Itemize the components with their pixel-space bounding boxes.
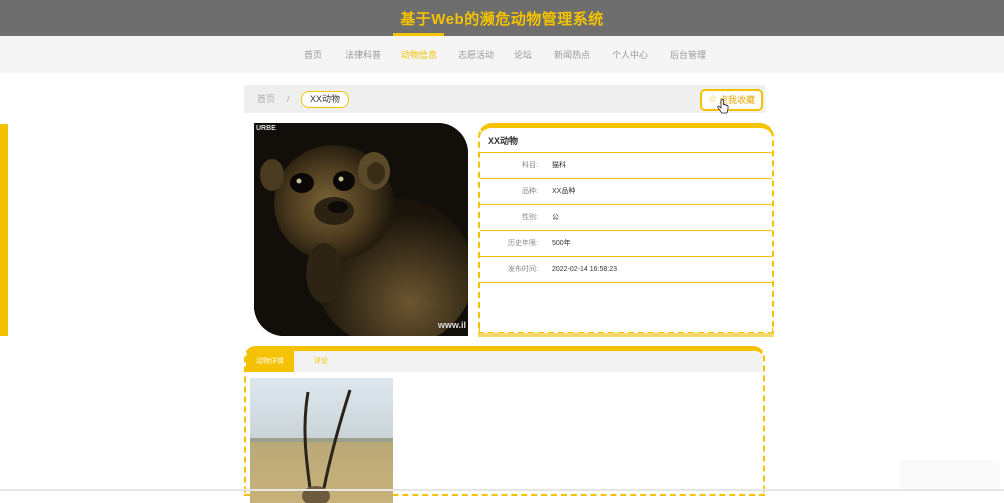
nav-item-admin[interactable]: 后台管理	[670, 36, 706, 73]
detail-card: 动物详情 评论	[244, 346, 765, 503]
left-accent-strip	[0, 124, 8, 336]
tab-details[interactable]: 动物详情	[246, 351, 294, 372]
breadcrumb-separator: /	[287, 94, 290, 104]
info-label: 科目:	[522, 162, 538, 169]
detail-image	[250, 378, 393, 503]
info-value: 2022-02-14 16:58:23	[552, 266, 617, 273]
favorite-button[interactable]: ☆ 点我收藏	[700, 89, 763, 111]
info-value: 公	[552, 214, 559, 221]
nav-item-animals[interactable]: 动物信息	[401, 36, 437, 73]
animal-name: XX动物	[480, 130, 772, 153]
star-icon: ☆	[708, 94, 717, 105]
nav-item-home[interactable]: 首页	[304, 36, 322, 73]
kinkajou-image	[254, 123, 468, 336]
info-label: 历史年限:	[508, 240, 538, 247]
detail-tabs: 动物详情 评论	[246, 351, 763, 372]
info-label: 性别:	[522, 214, 538, 221]
info-value: 猫科	[552, 162, 566, 169]
nav-item-law[interactable]: 法律科普	[345, 36, 381, 73]
animal-info-card: XX动物 科目: 猫科 品种: XX品种 性别: 公 历史年限: 500年 发布…	[478, 123, 774, 337]
info-row-family: 科目: 猫科	[480, 153, 772, 179]
nav-item-profile[interactable]: 个人中心	[612, 36, 648, 73]
nav-item-forum[interactable]: 论坛	[514, 36, 532, 73]
antelope-image	[250, 378, 393, 503]
photo-watermark-bottom: www.il	[437, 320, 466, 330]
breadcrumb-home[interactable]: 首页	[257, 85, 275, 113]
nav-item-volunteer[interactable]: 志愿活动	[458, 36, 494, 73]
info-row-breed: 品种: XX品种	[480, 179, 772, 205]
info-row-published: 发布时间: 2022-02-14 16:58:23	[480, 257, 772, 283]
site-title: 基于Web的濒危动物管理系统	[400, 10, 604, 28]
info-row-gender: 性别: 公	[480, 205, 772, 231]
info-label: 品种:	[522, 188, 538, 195]
photo-watermark-top: URBE	[256, 125, 276, 132]
nav-item-news[interactable]: 新闻热点	[554, 36, 590, 73]
info-row-history: 历史年限: 500年	[480, 231, 772, 257]
tab-comments[interactable]: 评论	[304, 351, 338, 372]
info-label: 发布时间:	[508, 266, 538, 273]
info-value: XX品种	[552, 188, 576, 195]
main-nav: 首页 法律科普 动物信息 志愿活动 论坛 新闻热点 个人中心 后台管理	[0, 36, 1004, 73]
animal-photo: URBE www.il	[254, 123, 468, 336]
top-header: 基于Web的濒危动物管理系统	[0, 0, 1004, 36]
info-card-bottom-band	[478, 333, 774, 337]
info-value: 500年	[552, 240, 571, 247]
floating-widget	[900, 460, 1000, 491]
hand-cursor-icon	[717, 99, 729, 114]
breadcrumb-current: XX动物	[301, 91, 350, 108]
breadcrumb: 首页 / XX动物 ☆ 点我收藏	[244, 85, 765, 113]
